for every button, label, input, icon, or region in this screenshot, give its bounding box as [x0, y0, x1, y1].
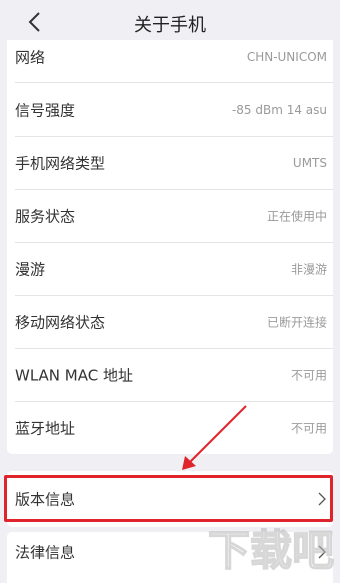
info-row-signal-strength: 信号强度 -85 dBm 14 asu [7, 83, 333, 136]
info-card: 网络 CHN-UNICOM 信号强度 -85 dBm 14 asu 手机网络类型… [7, 40, 333, 454]
row-label: 漫游 [15, 260, 46, 278]
info-row-service-state: 服务状态 正在使用中 [7, 189, 333, 242]
row-value: 不可用 [290, 368, 327, 382]
row-label: 服务状态 [15, 207, 76, 225]
row-label: 移动网络状态 [15, 313, 106, 331]
row-value: 正在使用中 [266, 209, 327, 223]
row-value: -85 dBm 14 asu [231, 102, 327, 117]
row-value: UMTS [292, 155, 327, 170]
row-label: WLAN MAC 地址 [15, 366, 133, 384]
watermark-logo: 下载吧 [207, 525, 335, 576]
row-label: 手机网络类型 [15, 154, 106, 172]
info-row-wlan-mac: WLAN MAC 地址 不可用 [7, 348, 333, 401]
row-label: 信号强度 [15, 101, 76, 119]
info-row-network: 网络 CHN-UNICOM [7, 30, 333, 83]
annotation-arrow-icon [182, 405, 247, 470]
row-value: 不可用 [290, 421, 327, 435]
row-value: 已断开连接 [266, 315, 327, 329]
row-label: 法律信息 [15, 543, 76, 562]
info-row-network-type: 手机网络类型 UMTS [7, 136, 333, 189]
info-row-roaming: 漫游 非漫游 [7, 242, 333, 295]
row-label: 蓝牙地址 [15, 419, 76, 437]
row-value: CHN-UNICOM [246, 49, 327, 64]
svg-text:下载吧: 下载吧 [208, 526, 334, 575]
row-value: 非漫游 [290, 262, 327, 276]
row-label: 网络 [15, 48, 46, 66]
info-row-mobile-network-state: 移动网络状态 已断开连接 [7, 295, 333, 348]
